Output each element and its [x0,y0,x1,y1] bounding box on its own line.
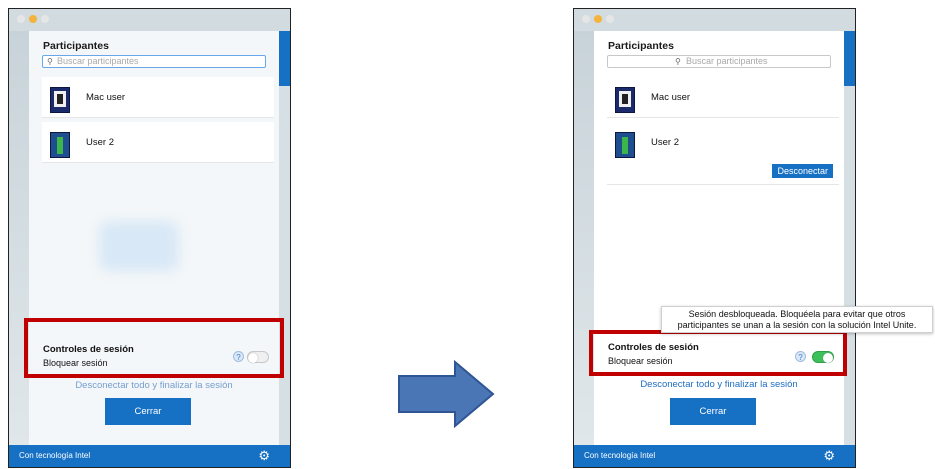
user-avatar-icon [50,87,70,113]
user-avatar-icon [50,132,70,158]
highlight-box [589,330,847,376]
participant-name: Mac user [86,92,126,103]
window-close-dot[interactable] [17,15,25,23]
tooltip-line-2: participantes se unan a la sesión con la… [677,320,917,330]
tooltip-line-1: Sesión desbloqueada. Bloquéela para evit… [688,309,906,319]
user-avatar-icon [615,132,635,158]
close-button[interactable]: Cerrar [105,398,191,425]
close-button[interactable]: Cerrar [670,398,756,425]
highlight-box [24,318,284,378]
window-close-dot[interactable] [582,15,590,23]
window-minimize-dot[interactable] [594,15,602,23]
right-app-window: Participantes ⚲ Buscar participantes Mac… [573,8,856,468]
unlocked-tooltip: Sesión desbloqueada. Bloquéela para evit… [661,306,933,333]
footer-text: Con tecnología Intel [19,451,91,460]
window-zoom-dot[interactable] [606,15,614,23]
participant-card-user-2[interactable]: User 2 Desconectar [607,122,839,185]
search-input[interactable]: ⚲ Buscar participantes [42,55,266,68]
footer-text: Con tecnología Intel [584,451,656,460]
search-icon: ⚲ [675,57,681,66]
search-icon: ⚲ [47,57,53,66]
window-minimize-dot[interactable] [29,15,37,23]
disconnect-all-link[interactable]: Desconectar todo y finalizar la sesión [594,379,844,390]
disconnect-all-link[interactable]: Desconectar todo y finalizar la sesión [29,380,279,391]
participants-title: Participantes [608,40,674,52]
search-input[interactable]: ⚲ Buscar participantes [607,55,831,68]
participant-name: User 2 [86,137,114,148]
participant-name: Mac user [651,92,691,103]
search-placeholder: Buscar participantes [686,56,768,66]
participant-card-mac-user[interactable]: Mac user [607,77,839,118]
window-zoom-dot[interactable] [41,15,49,23]
left-app-window: Participantes ⚲ Buscar participantes Mac… [8,8,291,468]
right-arrow-icon [398,360,495,428]
user-avatar-icon [615,87,635,113]
disconnect-button[interactable]: Desconectar [772,164,833,178]
footer-bar: Con tecnología Intel ⚙ [574,445,855,467]
title-bar [9,9,290,31]
participants-panel: Participantes ⚲ Buscar participantes Mac… [29,31,279,446]
title-bar [574,9,855,31]
gear-icon[interactable]: ⚙ [823,448,835,464]
participants-panel: Participantes ⚲ Buscar participantes Mac… [594,31,844,446]
participant-card-user-2[interactable]: User 2 [42,122,274,163]
search-placeholder: Buscar participantes [57,56,139,66]
participants-title: Participantes [43,40,109,52]
participant-card-mac-user[interactable]: Mac user [42,77,274,118]
participant-name: User 2 [651,137,679,148]
gear-icon[interactable]: ⚙ [258,448,270,464]
footer-bar: Con tecnología Intel ⚙ [9,445,290,467]
